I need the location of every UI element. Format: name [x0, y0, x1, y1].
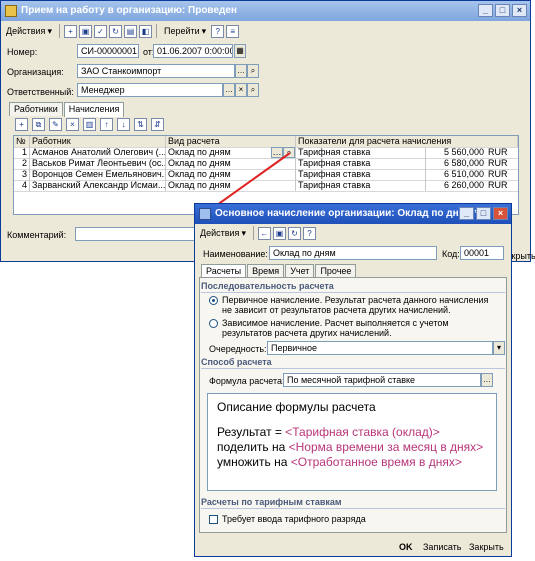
- dialog-close-window-button[interactable]: ×: [493, 207, 508, 220]
- section-tariff: Расчеты по тарифным ставкам: [201, 497, 505, 509]
- section-method: Способ расчета: [201, 357, 505, 369]
- dialog-save-icon[interactable]: ▣: [272, 226, 286, 240]
- radio-dependent[interactable]: [209, 319, 218, 328]
- dialog-minimize-button[interactable]: _: [459, 207, 474, 220]
- radio-primary-label: Первичное начисление. Результат расчета …: [222, 295, 489, 315]
- dialog-document-icon: [199, 208, 211, 220]
- dialog-toolbar: Действия ▾ ← ▣ ↻ ?: [197, 224, 509, 242]
- tariff-checkbox[interactable]: [209, 515, 218, 524]
- formula-label: Формула расчета:: [209, 376, 285, 386]
- priority-select[interactable]: Первичное: [267, 341, 493, 355]
- tariff-checkbox-label: Требует ввода тарифного разряда: [222, 514, 366, 524]
- save-button[interactable]: Записать: [423, 541, 461, 554]
- dialog-maximize-button[interactable]: □: [476, 207, 491, 220]
- dialog-refresh-icon[interactable]: ↻: [287, 226, 301, 240]
- formula-desc-title: Описание формулы расчета: [217, 400, 376, 414]
- dialog-help-icon[interactable]: ?: [302, 226, 316, 240]
- dialog-back-icon[interactable]: ←: [257, 226, 271, 240]
- tab-time[interactable]: Время: [247, 264, 285, 278]
- ok-button[interactable]: OK: [399, 541, 413, 554]
- name-field[interactable]: Оклад по дням: [269, 246, 437, 260]
- dialog-actions-menu-button[interactable]: Действия ▾: [197, 226, 249, 241]
- dialog-title: Основное начисление организации: Оклад п…: [215, 208, 479, 219]
- formula-field[interactable]: По месячной тарифной ставке: [283, 373, 481, 387]
- formula-description: Описание формулы расчета Результат = <Та…: [207, 393, 497, 491]
- tab-other[interactable]: Прочее: [315, 264, 357, 278]
- tab-accounting[interactable]: Учет: [285, 264, 315, 278]
- code-field[interactable]: 00001: [460, 246, 504, 260]
- dialog-titlebar: Основное начисление организации: Оклад п…: [195, 204, 511, 224]
- priority-label: Очередность:: [209, 344, 267, 354]
- chevron-down-icon[interactable]: ▾: [493, 341, 505, 355]
- formula-text: Результат = <Тарифная ставка (оклад)> по…: [217, 425, 484, 469]
- accrual-dialog: Основное начисление организации: Оклад п…: [194, 203, 512, 557]
- code-label: Код:: [442, 249, 460, 259]
- radio-dependent-label: Зависимое начисление. Расчет выполняется…: [222, 318, 449, 338]
- radio-primary[interactable]: [209, 296, 218, 305]
- close-button[interactable]: Закрыть: [469, 541, 504, 554]
- section-order: Последовательность расчета: [201, 281, 505, 293]
- name-label: Наименование:: [203, 249, 268, 259]
- formula-select-button[interactable]: …: [481, 373, 493, 387]
